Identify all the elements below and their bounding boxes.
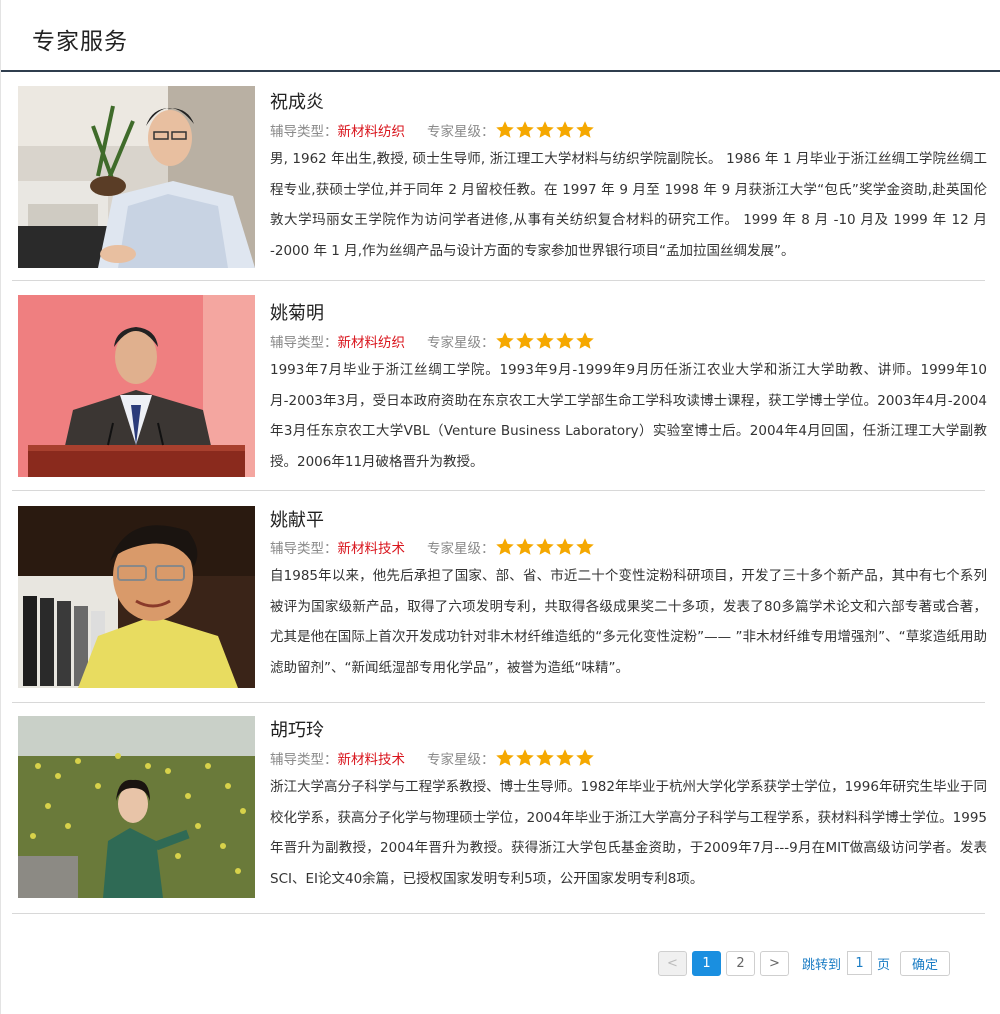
star-icon [555, 332, 574, 349]
star-icon [515, 332, 534, 349]
page-button-2[interactable]: 2 [726, 950, 755, 976]
type-value: 新材料技术 [337, 541, 406, 557]
star-icon [535, 121, 554, 138]
expert-name[interactable]: 姚菊明 [270, 299, 324, 325]
star-icon [495, 749, 514, 766]
star-icon [535, 332, 554, 349]
expert-meta: 辅导类型： 新材料技术 专家星级： [270, 537, 595, 557]
expert-photo[interactable] [18, 86, 255, 268]
expert-meta: 辅导类型： 新材料技术 专家星级： [270, 748, 595, 768]
star-icon [575, 332, 594, 349]
type-label: 辅导类型： [270, 752, 338, 768]
page-button-1[interactable]: 1 [692, 950, 721, 976]
star-icon [495, 121, 514, 138]
page-title: 专家服务 [32, 29, 128, 55]
expert-name[interactable]: 胡巧玲 [270, 716, 324, 742]
star-icon [555, 749, 574, 766]
pagination: < 1 2 > 跳转到 1 页 确定 [658, 950, 951, 976]
star-icon [495, 332, 514, 349]
page-unit-label: 页 [877, 957, 891, 973]
star-icon [515, 538, 534, 555]
star-icon [535, 749, 554, 766]
type-label: 辅导类型： [270, 335, 338, 351]
expert-meta: 辅导类型： 新材料纺织 专家星级： [270, 120, 595, 140]
expert-card[interactable]: 姚菊明 辅导类型： 新材料纺织 专家星级： 1993年7月毕业于浙江丝绸工学院。… [12, 281, 987, 491]
expert-card[interactable]: 姚献平 辅导类型： 新材料技术 专家星级： 自1985年以来，他先后承担了国家、… [12, 491, 987, 703]
expert-description: 浙江大学高分子科学与工程学系教授、博士生导师。1982年毕业于杭州大学化学系获学… [270, 779, 987, 887]
rating-label: 专家星级： [427, 124, 495, 140]
rating-label: 专家星级： [427, 335, 495, 351]
jump-to-label: 跳转到 [802, 957, 842, 973]
rating-label: 专家星级： [427, 752, 495, 768]
expert-name[interactable]: 姚献平 [270, 506, 324, 532]
page-frame: 专家服务 祝成炎 辅导类型： 新材料纺织 专家星级： 男, 1962 年出生,教… [0, 0, 1000, 1014]
page-header: 专家服务 [1, 0, 1000, 72]
rating-label: 专家星级： [427, 541, 495, 557]
expert-photo[interactable] [18, 716, 255, 898]
expert-description: 男, 1962 年出生,教授, 硕士生导师, 浙江理工大学材料与纺织学院副院长。… [270, 151, 987, 259]
star-rating [495, 331, 595, 351]
jump-page-input[interactable]: 1 [847, 951, 873, 975]
expert-description: 自1985年以来，他先后承担了国家、部、省、市近二十个变性淀粉科研项目，开发了三… [270, 568, 987, 676]
next-page-button[interactable]: > [760, 950, 789, 976]
prev-page-button[interactable]: < [658, 950, 687, 976]
expert-list: 祝成炎 辅导类型： 新材料纺织 专家星级： 男, 1962 年出生,教授, 硕士… [12, 74, 987, 914]
star-rating [495, 120, 595, 140]
star-rating [495, 537, 595, 557]
type-label: 辅导类型： [270, 541, 338, 557]
expert-name[interactable]: 祝成炎 [270, 88, 324, 114]
expert-card[interactable]: 祝成炎 辅导类型： 新材料纺织 专家星级： 男, 1962 年出生,教授, 硕士… [12, 74, 987, 281]
star-icon [515, 121, 534, 138]
expert-description: 1993年7月毕业于浙江丝绸工学院。1993年9月-1999年9月历任浙江农业大… [270, 362, 987, 470]
type-value: 新材料技术 [337, 752, 406, 768]
type-value: 新材料纺织 [337, 335, 406, 351]
star-icon [575, 538, 594, 555]
star-icon [515, 749, 534, 766]
confirm-jump-button[interactable]: 确定 [900, 950, 951, 976]
star-icon [575, 121, 594, 138]
star-icon [495, 538, 514, 555]
star-rating [495, 748, 595, 768]
expert-photo[interactable] [18, 295, 255, 477]
star-icon [575, 749, 594, 766]
star-icon [555, 121, 574, 138]
expert-meta: 辅导类型： 新材料纺织 专家星级： [270, 331, 595, 351]
expert-photo[interactable] [18, 506, 255, 688]
expert-card[interactable]: 胡巧玲 辅导类型： 新材料技术 专家星级： 浙江大学高分子科学与工程学系教授、博… [12, 703, 987, 914]
star-icon [535, 538, 554, 555]
type-label: 辅导类型： [270, 124, 338, 140]
star-icon [555, 538, 574, 555]
type-value: 新材料纺织 [337, 124, 406, 140]
